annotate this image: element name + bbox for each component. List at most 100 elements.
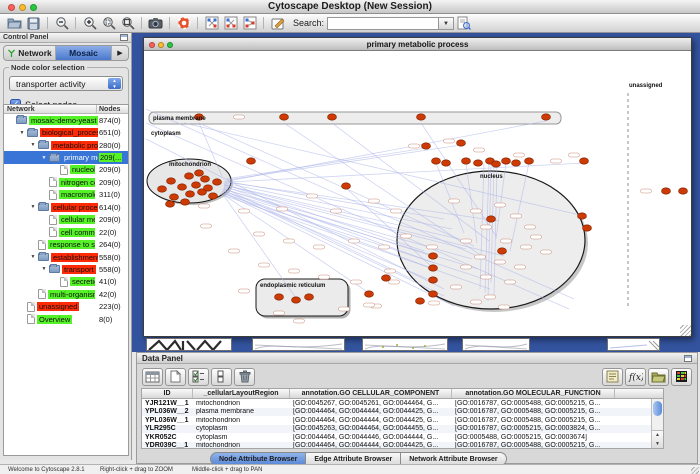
network-canvas[interactable]: plasma membranecytoplasmmitochondrionnuc… (144, 51, 691, 336)
float-panel-icon[interactable] (120, 34, 128, 41)
network-node[interactable] (305, 294, 314, 300)
tree-row-cell-communicat[interactable]: cell communicat22(0) (4, 226, 128, 238)
table-header-molecular-function[interactable]: annotation.GO MOLECULAR_FUNCTION (452, 389, 615, 398)
network-node[interactable] (429, 265, 438, 271)
window-resize-grip-icon[interactable] (680, 325, 691, 336)
network-node[interactable] (201, 176, 210, 182)
background-window-fragment[interactable] (362, 338, 448, 351)
network-node[interactable] (292, 297, 301, 303)
network-node[interactable] (328, 114, 337, 120)
float-data-panel-icon[interactable] (684, 355, 692, 362)
network-node[interactable] (158, 186, 167, 192)
network-node[interactable] (247, 158, 256, 164)
table-header-region[interactable]: _cellularLayoutRegion (193, 389, 290, 398)
view-close-icon[interactable] (149, 42, 155, 48)
network-node[interactable] (580, 158, 589, 164)
network-node[interactable] (382, 275, 391, 281)
network-node[interactable] (365, 291, 374, 297)
save-icon[interactable] (24, 15, 43, 32)
heatmap-icon[interactable] (671, 368, 692, 386)
delete-attribute-icon[interactable] (234, 368, 255, 386)
network-node[interactable] (422, 143, 431, 149)
snapshot-camera-icon[interactable] (146, 15, 165, 32)
view-minimize-icon[interactable] (158, 42, 164, 48)
zoom-fit-icon[interactable] (118, 15, 137, 32)
tree-row-establishment-of-lo[interactable]: ▼establishment of lo558(0) (4, 251, 128, 263)
network-node[interactable] (213, 179, 222, 185)
background-window-fragment[interactable] (607, 338, 660, 351)
tree-row-primary-metabo[interactable]: ▼primary metabo209(... (4, 151, 128, 163)
tree-row-multi-organism-pro[interactable]: multi-organism pro42(0) (4, 288, 128, 300)
tree-row-biological-process[interactable]: ▼biological_process651(0) (4, 126, 128, 138)
network-node[interactable] (578, 213, 587, 219)
formula-icon[interactable]: f(x) (625, 368, 646, 386)
network-node[interactable] (457, 140, 466, 146)
edit-annotation-icon[interactable] (268, 15, 287, 32)
network-node[interactable] (492, 161, 501, 167)
table-row-ydr039c__1[interactable]: YDR039C__1mitochondrion[GO:0044464, GO:0… (142, 442, 663, 450)
network-node[interactable] (512, 160, 521, 166)
tree-row-nitrogen-compo[interactable]: nitrogen compo209(0) (4, 176, 128, 188)
tab-overflow-button[interactable]: ▶ (112, 46, 128, 60)
table-row-ypl036w__1[interactable]: YPL036W__1mitochondrion[GO:0044464, GO:0… (142, 416, 663, 425)
network-node[interactable] (178, 184, 187, 190)
background-window-fragment[interactable] (146, 338, 232, 351)
table-header-cellular-component[interactable]: annotation.GO CELLULAR_COMPONENT (290, 389, 452, 398)
app-resize-grip-icon[interactable] (691, 467, 699, 474)
network-node[interactable] (417, 114, 426, 120)
zoom-out-icon[interactable] (52, 15, 71, 32)
notepad-icon[interactable] (602, 368, 623, 386)
network-node[interactable] (525, 158, 534, 164)
tree-column-network[interactable]: Network (7, 106, 35, 113)
network-node[interactable] (662, 188, 671, 194)
zoom-window-icon[interactable] (30, 4, 37, 11)
tree-expander-icon[interactable]: ▼ (28, 142, 38, 148)
network-view-titlebar[interactable]: primary metabolic process (144, 38, 691, 51)
network-edge[interactable] (226, 148, 426, 179)
network-node[interactable] (186, 191, 195, 197)
tree-row-macromolecule[interactable]: macromolecule311(0) (4, 189, 128, 201)
table-row-yjr121w__1[interactable]: YJR121W__1mitochondrion[GO:0045267, GO:0… (142, 399, 663, 408)
network-node[interactable] (442, 160, 451, 166)
minimize-window-icon[interactable] (19, 4, 26, 11)
table-row-ykr052c[interactable]: YKR052Ccytoplasm[GO:0044464, GO:0044446,… (142, 433, 663, 442)
network-node[interactable] (280, 114, 289, 120)
table-scrollbar[interactable]: ▲▼ (651, 399, 663, 448)
network-node[interactable] (167, 178, 176, 184)
tree-row-metabolic-process[interactable]: ▼metabolic process280(0) (4, 139, 128, 151)
network-node[interactable] (209, 193, 218, 199)
search-document-icon[interactable] (454, 15, 473, 32)
view-zoom-icon[interactable] (167, 42, 173, 48)
attribute-table-icon[interactable] (142, 368, 163, 386)
mini-network-icon-3[interactable] (240, 15, 259, 32)
tree-expander-icon[interactable]: ▼ (28, 204, 38, 210)
network-node[interactable] (583, 225, 592, 231)
close-window-icon[interactable] (8, 4, 15, 11)
help-lifebuoy-icon[interactable] (174, 15, 193, 32)
zoom-selected-icon[interactable] (99, 15, 118, 32)
search-dropdown-icon[interactable]: ▼ (439, 17, 454, 30)
scrollbar-thumb[interactable] (653, 401, 662, 416)
select-all-attributes-icon[interactable] (188, 368, 209, 386)
tree-row-unassigned[interactable]: unassigned223(0) (4, 301, 128, 313)
node-color-dropdown[interactable]: transporter activity ▲▼ (9, 76, 123, 91)
open-file-icon[interactable] (5, 15, 24, 32)
table-row-ylr295c[interactable]: YLR295Ccytoplasm[GO:0045263, GO:0044464,… (142, 425, 663, 434)
mini-network-icon-2[interactable] (221, 15, 240, 32)
network-node[interactable] (166, 201, 175, 207)
network-node[interactable] (429, 291, 438, 297)
network-node[interactable] (487, 216, 496, 222)
network-node[interactable] (416, 298, 425, 304)
unselect-all-attributes-icon[interactable] (211, 368, 232, 386)
background-window-fragment[interactable] (252, 338, 345, 351)
network-node[interactable] (275, 294, 284, 300)
tree-expander-icon[interactable]: ▼ (39, 266, 49, 272)
tree-row-nucleobase[interactable]: nucleobase-209(0) (4, 164, 128, 176)
new-attribute-icon[interactable] (165, 368, 186, 386)
network-node[interactable] (498, 248, 507, 254)
network-node[interactable] (170, 194, 179, 200)
tree-row-cellular-metabol[interactable]: cellular metabol209(0) (4, 214, 128, 226)
network-node[interactable] (429, 253, 438, 259)
network-node[interactable] (502, 158, 511, 164)
background-window-fragment[interactable] (462, 338, 530, 351)
